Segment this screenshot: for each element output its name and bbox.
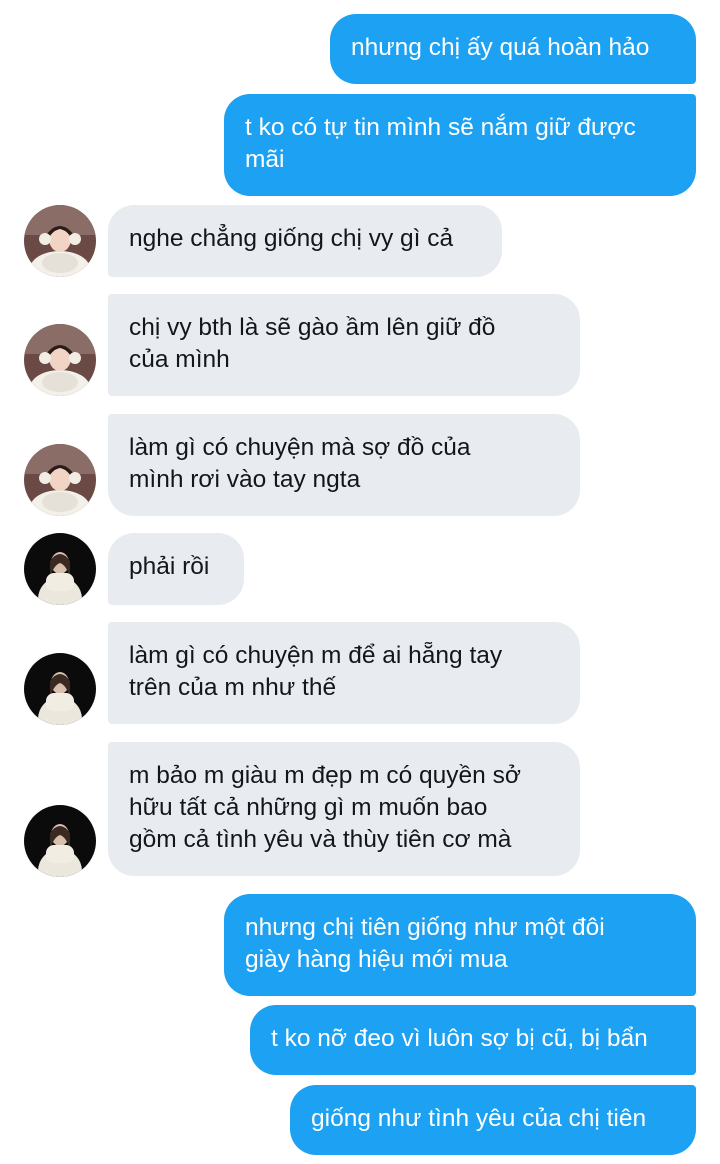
message-text-line: nhưng chị tiên giống như một đôi bbox=[245, 914, 605, 941]
message-bubble-received[interactable]: làm gì có chuyện m để ai hẵng tay trên c… bbox=[108, 622, 580, 724]
message-bubble-received[interactable]: m bảo m giàu m đẹp m có quyền sở hữu tất… bbox=[108, 742, 580, 876]
message-text-line: trên của m như thế bbox=[129, 674, 337, 701]
message-text-line: t ko có tự tin mình sẽ nắm giữ được bbox=[245, 114, 636, 141]
message-text-line: làm gì có chuyện mà sợ đồ của bbox=[129, 434, 471, 461]
message-text-line: hữu tất cả những gì m muốn bao bbox=[129, 794, 488, 821]
message-bubble-received[interactable]: nghe chẳng giống chị vy gì cả bbox=[108, 205, 502, 277]
message-bubble-sent[interactable]: nhưng chị tiên giống như một đôi giày hà… bbox=[224, 894, 696, 996]
message-bubble-received[interactable]: phải rồi bbox=[108, 533, 244, 605]
message-bubble-sent[interactable]: t ko có tự tin mình sẽ nắm giữ được mãi bbox=[224, 94, 696, 196]
message-text-line: nghe chẳng giống chị vy gì cả bbox=[129, 225, 454, 252]
avatar-girl-dark-icon[interactable] bbox=[24, 653, 96, 725]
avatar-girl-pink-icon[interactable] bbox=[24, 205, 96, 277]
message-text-line: gồm cả tình yêu và thùy tiên cơ mà bbox=[129, 826, 512, 853]
message-text-line: t ko nỡ đeo vì luôn sợ bị cũ, bị bẩn bbox=[271, 1025, 648, 1052]
message-text-line: chị vy bth là sẽ gào ầm lên giữ đồ bbox=[129, 314, 496, 341]
message-bubble-sent[interactable]: giống như tình yêu của chị tiên bbox=[290, 1085, 696, 1155]
message-text-line: làm gì có chuyện m để ai hẵng tay bbox=[129, 642, 503, 669]
message-bubble-received[interactable]: làm gì có chuyện mà sợ đồ của mình rơi v… bbox=[108, 414, 580, 516]
avatar-girl-dark-icon[interactable] bbox=[24, 533, 96, 605]
message-text-line: nhưng chị ấy quá hoàn hảo bbox=[351, 34, 650, 61]
message-text-line: giày hàng hiệu mới mua bbox=[245, 946, 508, 973]
avatar-girl-dark-icon[interactable] bbox=[24, 805, 96, 877]
avatar-girl-pink-icon[interactable] bbox=[24, 324, 96, 396]
message-text-line: phải rồi bbox=[129, 553, 210, 580]
message-text-line: mãi bbox=[245, 146, 285, 173]
message-text-line: giống như tình yêu của chị tiên bbox=[311, 1105, 647, 1132]
message-text-line: m bảo m giàu m đẹp m có quyền sở bbox=[129, 762, 521, 789]
avatar-girl-pink-icon[interactable] bbox=[24, 444, 96, 516]
message-text-line: mình rơi vào tay ngta bbox=[129, 466, 361, 493]
message-bubble-sent[interactable]: nhưng chị ấy quá hoàn hảo bbox=[330, 14, 696, 84]
message-bubble-sent[interactable]: t ko nỡ đeo vì luôn sợ bị cũ, bị bẩn bbox=[250, 1005, 696, 1075]
message-bubble-received[interactable]: chị vy bth là sẽ gào ầm lên giữ đồ của m… bbox=[108, 294, 580, 396]
message-text-line: của mình bbox=[129, 346, 230, 373]
